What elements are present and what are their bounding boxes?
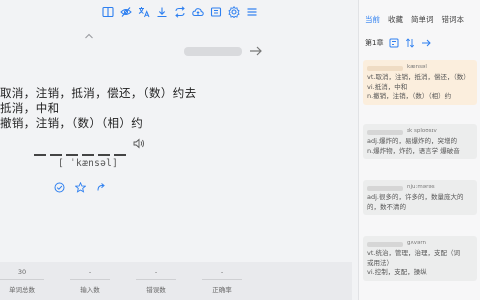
letter-slot	[50, 154, 62, 156]
word-card[interactable]: nju:mərəs adj.很多的，许多的，数量庞大的 的，数不清的	[363, 180, 477, 215]
letter-slot	[82, 154, 94, 156]
chapter-label: 第1章	[365, 39, 384, 47]
tab-easy-words[interactable]: 简单词	[411, 14, 434, 30]
translation-line: 抵消，中和	[0, 101, 60, 115]
chevron-up-icon[interactable]	[84, 32, 94, 40]
stat-input-count: - 输入数	[70, 268, 110, 294]
speaker-icon[interactable]	[133, 138, 145, 149]
word-list-panel: 当前 收藏 简单词 错词本 第1章 kænsəl vt.取消，注销，抵消，偿还，…	[358, 0, 480, 300]
folder-icon[interactable]	[210, 6, 222, 18]
word-translation: 取消，注销，抵消，偿还，（数）约去 抵消，中和 撤销，注销，（数）（相）约	[0, 86, 197, 131]
tab-wrong-words[interactable]: 错词本	[442, 14, 465, 30]
stat-divider	[136, 279, 176, 280]
stat-divider	[70, 279, 110, 280]
cloud-upload-icon[interactable]	[192, 6, 204, 18]
star-icon[interactable]	[74, 178, 87, 193]
arrow-right-icon[interactable]	[421, 38, 432, 48]
word-card[interactable]: ɪk sploʊsɪv adj.爆炸的，易爆炸的，突增的 n.爆炸物，炸药，语言…	[363, 124, 477, 159]
toolbar	[102, 6, 258, 18]
blurred-word	[367, 130, 403, 135]
check-circle-icon[interactable]	[54, 178, 65, 193]
stat-total-words: 30 单词总数	[0, 268, 44, 294]
blurred-word	[367, 186, 403, 191]
letter-slots[interactable]	[34, 154, 126, 156]
translation-line: 取消，注销，抵消，偿还，（数）约去	[0, 86, 197, 100]
stat-divider	[202, 279, 242, 280]
stat-error-count: - 错误数	[136, 268, 176, 294]
gear-icon[interactable]	[228, 6, 240, 18]
sort-icon[interactable]	[405, 38, 415, 48]
letter-slot	[98, 154, 110, 156]
word-card[interactable]: gʌvərn vt.统治，管理，治理，支配（词 或用法） vi.控制，支配，操纵	[363, 236, 477, 281]
arrow-right-icon[interactable]	[249, 45, 263, 57]
menu-icon[interactable]	[246, 6, 258, 18]
word-card[interactable]: kænsəl vt.取消，注销，抵消，偿还，（数） vi.抵消，中和 n.撤销，…	[363, 60, 477, 105]
word-actions	[54, 178, 107, 193]
download-icon[interactable]	[156, 6, 168, 18]
letter-slot	[66, 154, 78, 156]
redo-icon[interactable]	[96, 178, 107, 191]
translate-icon[interactable]	[138, 6, 150, 18]
eye-off-icon[interactable]	[120, 6, 132, 18]
next-word-preview	[184, 47, 242, 56]
phonetic: [ ˈkænsəl]	[58, 158, 119, 169]
locate-icon[interactable]	[389, 38, 399, 48]
tab-current[interactable]: 当前	[365, 14, 380, 30]
stat-divider	[0, 279, 44, 280]
chapter-row: 第1章	[365, 38, 432, 48]
letter-slot	[34, 154, 46, 156]
stats-bar: 30 单词总数 - 输入数 - 错误数 - 正确率	[0, 262, 352, 300]
tab-favorites[interactable]: 收藏	[388, 14, 403, 30]
panel-tabs: 当前 收藏 简单词 错词本	[359, 0, 480, 30]
blurred-word	[367, 242, 403, 247]
translation-line: 撤销，注销，（数）（相）约	[0, 116, 144, 130]
letter-slot	[114, 154, 126, 156]
blurred-word	[367, 66, 403, 71]
window-icon[interactable]	[102, 6, 114, 18]
stat-accuracy: - 正确率	[202, 268, 242, 294]
typing-area: 取消，注销，抵消，偿还，（数）约去 抵消，中和 撤销，注销，（数）（相）约 [ …	[0, 0, 352, 300]
loop-icon[interactable]	[174, 6, 186, 18]
